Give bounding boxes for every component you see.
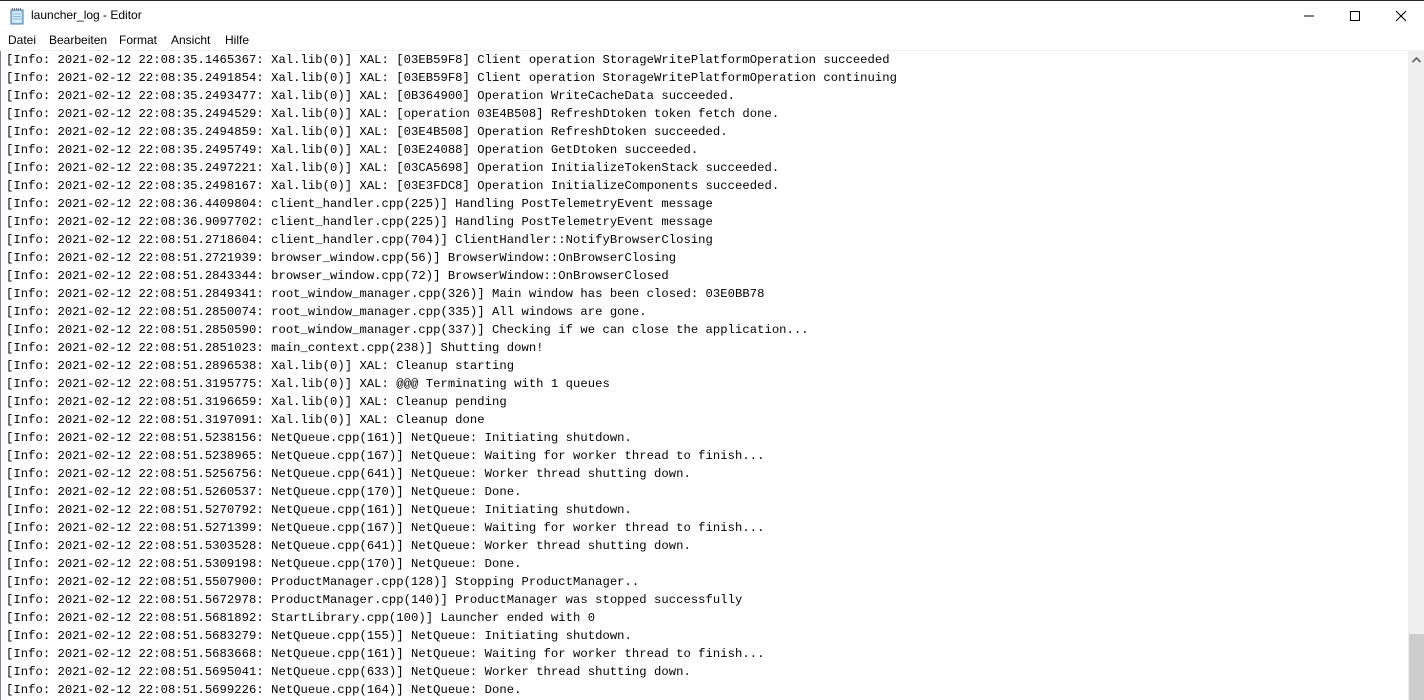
notepad-icon <box>10 8 24 25</box>
log-line: [Info: 2021-02-12 22:08:51.2718604: clie… <box>6 233 713 247</box>
editor-text-area[interactable]: [Info: 2021-02-12 22:08:35.1465367: Xal.… <box>6 51 1406 700</box>
log-line: [Info: 2021-02-12 22:08:51.5507900: Prod… <box>6 575 640 589</box>
log-line: [Info: 2021-02-12 22:08:51.2849341: root… <box>6 287 765 301</box>
minimize-button[interactable] <box>1286 1 1332 31</box>
minimize-icon <box>1304 15 1314 17</box>
log-line: [Info: 2021-02-12 22:08:35.2498167: Xal.… <box>6 179 780 193</box>
chevron-up-icon <box>1412 56 1421 63</box>
log-line: [Info: 2021-02-12 22:08:51.5681892: Star… <box>6 611 596 625</box>
menu-bar: Datei Bearbeiten Format Ansicht Hilfe <box>0 31 1424 51</box>
menu-ansicht[interactable]: Ansicht <box>171 33 210 47</box>
log-line: [Info: 2021-02-12 22:08:51.5672978: Prod… <box>6 593 743 607</box>
window-title: launcher_log - Editor <box>31 8 142 22</box>
scroll-thumb[interactable] <box>1409 634 1424 700</box>
vertical-scrollbar[interactable] <box>1408 51 1424 700</box>
log-line: [Info: 2021-02-12 22:08:51.5683668: NetQ… <box>6 647 765 661</box>
scroll-up-button[interactable] <box>1408 51 1424 68</box>
log-line: [Info: 2021-02-12 22:08:35.2491854: Xal.… <box>6 71 898 85</box>
log-line: [Info: 2021-02-12 22:08:51.5695041: NetQ… <box>6 665 691 679</box>
log-line: [Info: 2021-02-12 22:08:36.4409804: clie… <box>6 197 713 211</box>
log-line: [Info: 2021-02-12 22:08:35.1465367: Xal.… <box>6 53 890 67</box>
log-line: [Info: 2021-02-12 22:08:35.2494859: Xal.… <box>6 125 728 139</box>
log-line: [Info: 2021-02-12 22:08:51.5303528: NetQ… <box>6 539 691 553</box>
log-line: [Info: 2021-02-12 22:08:51.5699226: NetQ… <box>6 683 522 697</box>
log-line: [Info: 2021-02-12 22:08:36.9097702: clie… <box>6 215 713 229</box>
log-line: [Info: 2021-02-12 22:08:51.3195775: Xal.… <box>6 377 610 391</box>
menu-datei[interactable]: Datei <box>8 33 36 47</box>
title-bar[interactable]: launcher_log - Editor <box>0 0 1424 31</box>
log-line: [Info: 2021-02-12 22:08:51.5260537: NetQ… <box>6 485 522 499</box>
close-icon <box>1395 10 1407 22</box>
log-line: [Info: 2021-02-12 22:08:51.2721939: brow… <box>6 251 677 265</box>
log-line: [Info: 2021-02-12 22:08:51.2896538: Xal.… <box>6 359 515 373</box>
log-line: [Info: 2021-02-12 22:08:51.2851023: main… <box>6 341 544 355</box>
menu-bearbeiten[interactable]: Bearbeiten <box>49 33 107 47</box>
log-line: [Info: 2021-02-12 22:08:35.2497221: Xal.… <box>6 161 780 175</box>
log-line: [Info: 2021-02-12 22:08:51.2850074: root… <box>6 305 647 319</box>
log-line: [Info: 2021-02-12 22:08:51.2843344: brow… <box>6 269 669 283</box>
log-line: [Info: 2021-02-12 22:08:35.2495749: Xal.… <box>6 143 699 157</box>
log-line: [Info: 2021-02-12 22:08:51.5271399: NetQ… <box>6 521 765 535</box>
log-line: [Info: 2021-02-12 22:08:51.5238156: NetQ… <box>6 431 632 445</box>
log-line: [Info: 2021-02-12 22:08:51.5309198: NetQ… <box>6 557 522 571</box>
log-line: [Info: 2021-02-12 22:08:51.2850590: root… <box>6 323 809 337</box>
close-button[interactable] <box>1378 1 1424 31</box>
log-line: [Info: 2021-02-12 22:08:51.5270792: NetQ… <box>6 503 632 517</box>
maximize-icon <box>1350 11 1360 21</box>
menu-format[interactable]: Format <box>119 33 157 47</box>
text-editor[interactable]: [Info: 2021-02-12 22:08:35.1465367: Xal.… <box>0 51 1424 700</box>
menu-hilfe[interactable]: Hilfe <box>225 33 249 47</box>
log-line: [Info: 2021-02-12 22:08:35.2493477: Xal.… <box>6 89 736 103</box>
maximize-button[interactable] <box>1332 1 1378 31</box>
log-line: [Info: 2021-02-12 22:08:51.3197091: Xal.… <box>6 413 485 427</box>
log-line: [Info: 2021-02-12 22:08:51.5683279: NetQ… <box>6 629 632 643</box>
log-line: [Info: 2021-02-12 22:08:51.5256756: NetQ… <box>6 467 691 481</box>
log-line: [Info: 2021-02-12 22:08:51.5238965: NetQ… <box>6 449 765 463</box>
log-line: [Info: 2021-02-12 22:08:51.3196659: Xal.… <box>6 395 507 409</box>
log-line: [Info: 2021-02-12 22:08:35.2494529: Xal.… <box>6 107 780 121</box>
